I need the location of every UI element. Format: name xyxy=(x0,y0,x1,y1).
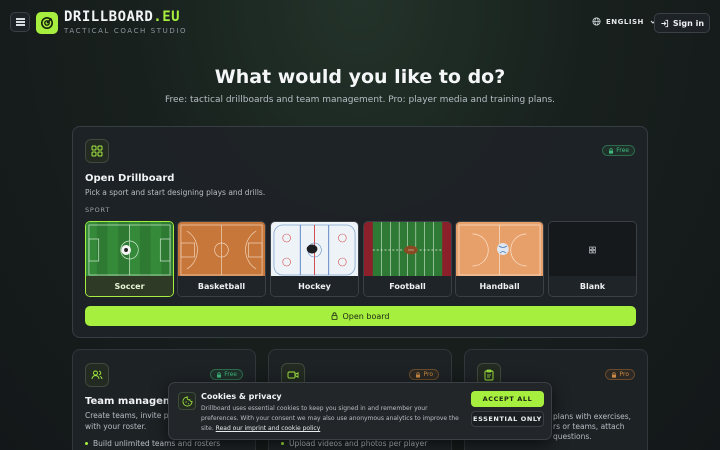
blank-canvas xyxy=(549,222,636,278)
cookie-title: Cookies & privacy xyxy=(201,392,282,401)
football-field xyxy=(364,222,451,278)
handball-icon xyxy=(497,243,509,255)
users-icon xyxy=(85,363,109,387)
logo-icon[interactable] xyxy=(36,12,58,34)
drillboard-description: Pick a sport and start designing plays a… xyxy=(85,188,266,197)
list-item: Upload videos and photos per player xyxy=(281,439,427,448)
sport-option-blank[interactable]: Blank xyxy=(548,221,637,297)
sport-option-football[interactable]: Football xyxy=(363,221,452,297)
page-subtitle: Free: tactical drillboards and team mana… xyxy=(164,95,556,105)
lock-icon xyxy=(609,147,614,154)
cookie-icon xyxy=(178,392,196,410)
cookie-banner: Cookies & privacy Drillboard uses essent… xyxy=(168,382,552,440)
lock-icon xyxy=(217,371,222,378)
handball-court xyxy=(456,222,543,278)
pro-badge: Pro xyxy=(605,369,635,380)
open-board-label: Open board xyxy=(342,311,390,321)
sport-label-handball: Handball xyxy=(456,276,543,296)
sport-option-soccer[interactable]: Soccer xyxy=(85,221,174,297)
lock-icon xyxy=(612,371,617,378)
hockey-puck-icon xyxy=(306,244,318,254)
list-item: Build unlimited teams and rosters xyxy=(85,439,220,448)
cookie-policy-link[interactable]: Read our imprint and cookie policy xyxy=(216,425,321,432)
accept-all-button[interactable]: ACCEPT ALL xyxy=(471,391,544,407)
sport-label-basketball: Basketball xyxy=(178,276,265,296)
top-bar: DRILLBOARD.EU TACTICAL COACH STUDIO ENGL… xyxy=(0,0,720,46)
sport-option-hockey[interactable]: Hockey xyxy=(270,221,359,297)
page-title: What would you like to do? xyxy=(214,66,506,88)
sport-option-handball[interactable]: Handball xyxy=(455,221,544,297)
brand-tagline: TACTICAL COACH STUDIO xyxy=(64,27,188,35)
hockey-rink xyxy=(271,222,358,278)
sport-label-soccer: Soccer xyxy=(86,276,173,296)
brand-name[interactable]: DRILLBOARD.EU xyxy=(64,9,187,25)
training-plans-description-line3: questions. xyxy=(553,432,592,441)
team-management-description-line2: with your roster. xyxy=(85,422,147,431)
free-badge: Free xyxy=(210,369,243,380)
essential-only-button[interactable]: ESSENTIAL ONLY xyxy=(471,411,544,427)
sign-in-label: Sign in xyxy=(672,18,705,28)
hamburger-icon xyxy=(15,21,25,23)
grid-icon xyxy=(85,139,109,163)
sport-label-hockey: Hockey xyxy=(271,276,358,296)
pro-badge: Pro xyxy=(409,369,439,380)
sign-in-button[interactable]: Sign in xyxy=(654,13,710,33)
sport-label-football: Football xyxy=(364,276,451,296)
drillboard-card: Free Open Drillboard Pick a sport and st… xyxy=(72,126,648,338)
menu-button[interactable] xyxy=(10,12,30,32)
sign-in-icon xyxy=(661,19,669,27)
lock-icon xyxy=(332,312,338,320)
basketball-court-icon xyxy=(178,222,265,278)
sport-label: SPORT xyxy=(85,206,111,214)
language-selector[interactable]: ENGLISH xyxy=(592,17,657,26)
brand: DRILLBOARD.EU TACTICAL COACH STUDIO xyxy=(64,9,187,35)
drillboard-title: Open Drillboard xyxy=(85,173,175,184)
cookie-text: Drillboard uses essential cookies to kee… xyxy=(201,405,459,432)
open-board-button[interactable]: Open board xyxy=(85,306,636,326)
team-management-description: Create teams, invite pla xyxy=(85,411,176,420)
sport-option-basketball[interactable]: Basketball xyxy=(177,221,266,297)
sport-label-blank: Blank xyxy=(549,276,636,296)
globe-icon xyxy=(592,17,601,26)
lock-icon xyxy=(416,371,421,378)
soccer-field xyxy=(86,222,173,278)
free-badge: Free xyxy=(602,145,635,156)
language-label: ENGLISH xyxy=(606,17,644,26)
